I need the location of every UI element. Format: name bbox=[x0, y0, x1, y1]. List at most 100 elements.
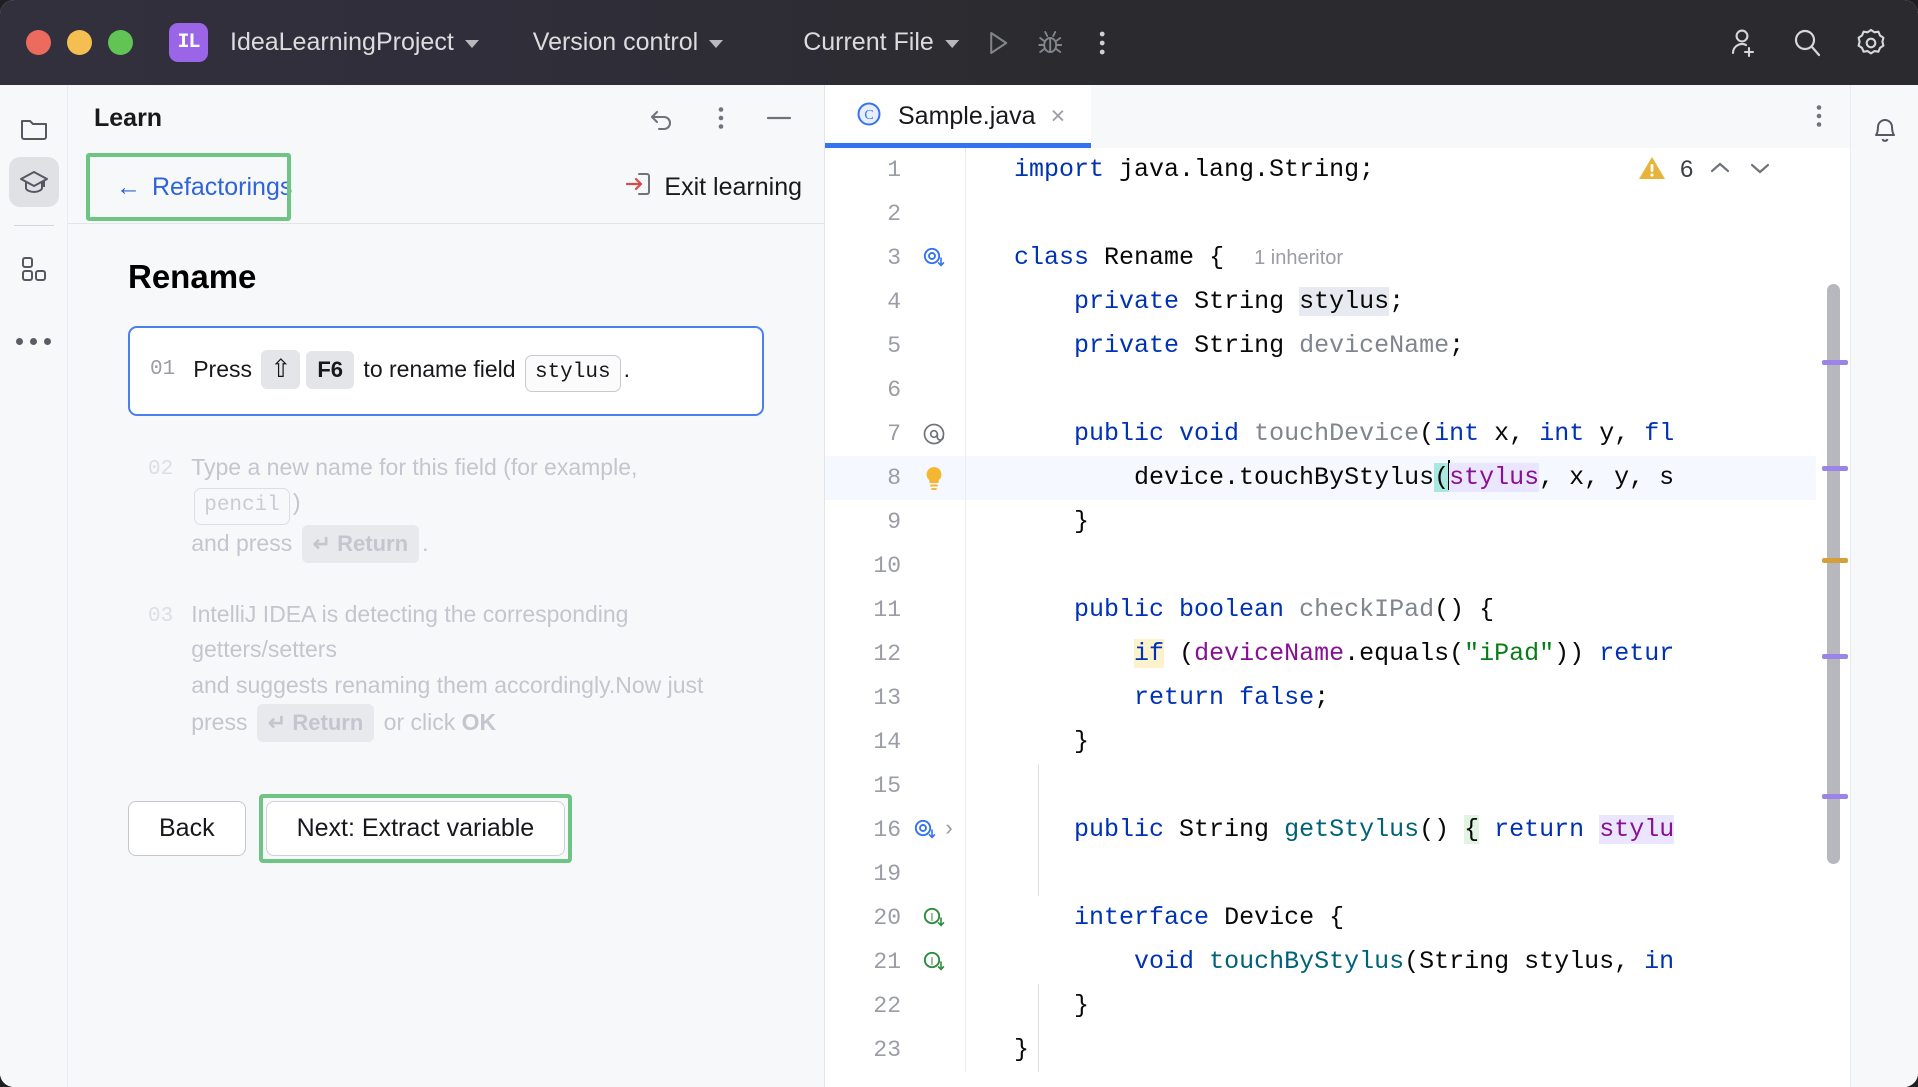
back-to-refactorings-link[interactable]: ← Refactorings bbox=[110, 170, 298, 205]
editor-marker-bar[interactable] bbox=[1816, 192, 1850, 1087]
maximize-window-button[interactable] bbox=[108, 30, 133, 55]
chevron-up-icon[interactable] bbox=[1707, 160, 1733, 181]
code-editor[interactable]: 1 import java.lang.String;23class Rename … bbox=[825, 148, 1850, 1087]
close-icon[interactable]: × bbox=[1051, 104, 1066, 129]
sidebar-item-more[interactable] bbox=[9, 316, 59, 366]
code-line[interactable]: 22 } bbox=[825, 984, 1850, 1028]
restart-icon[interactable] bbox=[640, 95, 686, 141]
exit-learning-label: Exit learning bbox=[664, 173, 802, 202]
code-line[interactable]: 16› public String getStylus() { return s… bbox=[825, 808, 1850, 852]
marker-usage[interactable] bbox=[1822, 654, 1848, 659]
code-line[interactable]: 8 device.touchByStylus(stylus, x, y, s bbox=[825, 456, 1850, 500]
svg-text:C: C bbox=[864, 108, 873, 123]
code-line[interactable]: 7 public void touchDevice(int x, int y, … bbox=[825, 412, 1850, 456]
code-line[interactable]: 23} bbox=[825, 1028, 1850, 1072]
line-number: 1 bbox=[825, 148, 903, 192]
minimize-window-button[interactable] bbox=[67, 30, 92, 55]
more-vertical-icon[interactable] bbox=[698, 95, 744, 141]
exit-arrow-icon bbox=[625, 170, 651, 205]
add-user-icon[interactable] bbox=[1720, 20, 1766, 66]
marker-usage[interactable] bbox=[1822, 466, 1848, 471]
implemented-icon[interactable] bbox=[903, 245, 965, 271]
version-control-dropdown[interactable]: Version control bbox=[523, 22, 733, 63]
line-number: 6 bbox=[825, 368, 903, 412]
run-config-label: Current File bbox=[803, 28, 934, 57]
annotation-icon[interactable] bbox=[903, 421, 965, 447]
sidebar-item-plugins[interactable] bbox=[9, 244, 59, 294]
left-tool-strip bbox=[0, 85, 68, 1087]
next-lesson-button[interactable]: Next: Extract variable bbox=[266, 801, 566, 856]
marker-warning[interactable] bbox=[1822, 558, 1848, 563]
sidebar-item-project[interactable] bbox=[9, 103, 59, 153]
minimize-icon[interactable] bbox=[756, 95, 802, 141]
plain-text: IntelliJ IDEA is detecting the correspon… bbox=[191, 601, 628, 663]
editor-scrollbar-thumb[interactable] bbox=[1827, 284, 1840, 864]
inspection-widget[interactable]: 6 bbox=[1602, 148, 1850, 192]
code-line[interactable]: 21I void touchByStylus(String stylus, in bbox=[825, 940, 1850, 984]
plain-text: and press bbox=[191, 530, 298, 556]
run-button[interactable] bbox=[975, 20, 1021, 66]
code-line[interactable]: 9 } bbox=[825, 500, 1850, 544]
learn-subheader: ← Refactorings Exit learning bbox=[68, 151, 824, 224]
svg-text:I: I bbox=[930, 956, 934, 968]
line-number: 22 bbox=[825, 984, 903, 1028]
code-line[interactable]: 12 if (deviceName.equals("iPad")) retur bbox=[825, 632, 1850, 676]
code-text: class Rename { 1 inheritor bbox=[966, 236, 1343, 280]
sidebar-item-learn[interactable] bbox=[9, 157, 59, 207]
titlebar-right-actions bbox=[1720, 20, 1894, 66]
code-line[interactable]: 19 bbox=[825, 852, 1850, 896]
exit-learning-button[interactable]: Exit learning bbox=[625, 170, 802, 205]
plain-text: and suggests renaming them accordingly.N… bbox=[191, 672, 703, 698]
line-number: 14 bbox=[825, 720, 903, 764]
plain-text: press bbox=[191, 709, 254, 735]
marker-usage[interactable] bbox=[1822, 794, 1848, 799]
learn-header-actions bbox=[640, 95, 802, 141]
line-number: 20 bbox=[825, 896, 903, 940]
shortcut-key: ↵ Return bbox=[302, 525, 419, 563]
interface-impl-icon[interactable]: I bbox=[903, 949, 965, 975]
gear-icon[interactable] bbox=[1848, 20, 1894, 66]
line-number: 4 bbox=[825, 280, 903, 324]
code-line[interactable]: 2 bbox=[825, 192, 1850, 236]
editor-tab-sample-java[interactable]: C Sample.java × bbox=[825, 85, 1091, 148]
learn-panel-header: Learn bbox=[68, 85, 824, 151]
code-line[interactable]: 20I interface Device { bbox=[825, 896, 1850, 940]
code-line[interactable]: 3class Rename { 1 inheritor bbox=[825, 236, 1850, 280]
editor-options-icon[interactable] bbox=[1816, 104, 1822, 133]
shortcut-key: ⇧ bbox=[261, 350, 300, 389]
code-line[interactable]: 14 } bbox=[825, 720, 1850, 764]
code-line[interactable]: 13 return false; bbox=[825, 676, 1850, 720]
lesson-step: 01Press ⇧F6 to rename field stylus. bbox=[128, 326, 764, 416]
idea-window: IL IdeaLearningProject Version control C… bbox=[0, 0, 1918, 1087]
gutter-divider bbox=[965, 764, 966, 808]
code-line[interactable]: 15 bbox=[825, 764, 1850, 808]
search-icon[interactable] bbox=[1784, 20, 1830, 66]
more-vertical-icon[interactable] bbox=[1079, 20, 1125, 66]
java-class-icon: C bbox=[855, 100, 883, 133]
step-number: 02 bbox=[148, 450, 173, 563]
lesson-step: 03IntelliJ IDEA is detecting the corresp… bbox=[128, 597, 764, 742]
lesson-buttons: Back Next: Extract variable bbox=[128, 794, 764, 863]
back-button[interactable]: Back bbox=[128, 801, 246, 856]
fold-arrow-icon[interactable]: › bbox=[942, 808, 955, 852]
implemented-icon[interactable]: › bbox=[903, 808, 965, 852]
code-line[interactable]: 6 bbox=[825, 368, 1850, 412]
code-lines: 1 import java.lang.String;23class Rename … bbox=[825, 148, 1850, 1087]
debug-button[interactable] bbox=[1027, 20, 1073, 66]
notifications-button[interactable] bbox=[1860, 105, 1910, 155]
chevron-down-icon[interactable] bbox=[1747, 160, 1773, 181]
interface-impl-icon[interactable]: I bbox=[903, 905, 965, 931]
marker-usage[interactable] bbox=[1822, 360, 1848, 365]
code-line[interactable]: 5 private String deviceName; bbox=[825, 324, 1850, 368]
intention-bulb-icon[interactable] bbox=[903, 464, 965, 492]
code-text: import java.lang.String; bbox=[966, 148, 1374, 192]
learn-panel: Learn bbox=[68, 85, 825, 1087]
project-name-dropdown[interactable]: IdeaLearningProject bbox=[220, 22, 489, 63]
close-window-button[interactable] bbox=[26, 30, 51, 55]
code-line[interactable]: 4 private String stylus; bbox=[825, 280, 1850, 324]
indent-guide bbox=[1038, 764, 1039, 896]
code-line[interactable]: 11 public boolean checkIPad() { bbox=[825, 588, 1850, 632]
run-config-dropdown[interactable]: Current File bbox=[793, 22, 969, 63]
plain-text: to rename field bbox=[357, 356, 522, 382]
code-line[interactable]: 10 bbox=[825, 544, 1850, 588]
